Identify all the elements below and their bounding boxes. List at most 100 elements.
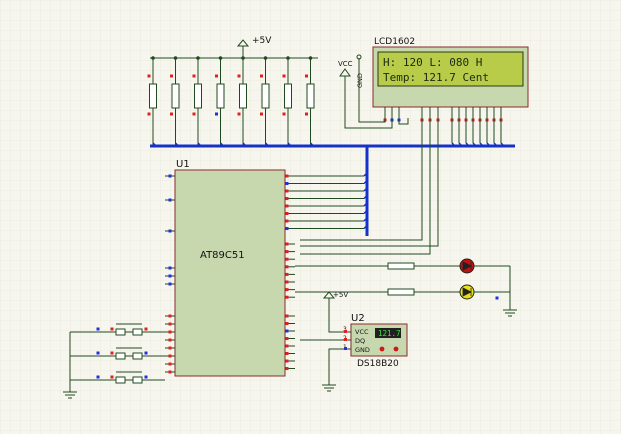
mcu-ref: U1 <box>176 159 190 170</box>
key-marker <box>96 351 100 355</box>
led-pin-marker <box>495 296 499 300</box>
key-marker <box>144 327 148 331</box>
junction-dot <box>151 56 155 60</box>
mcu-part: AT89C51 <box>200 250 245 261</box>
mcu-pin-marker <box>285 227 289 230</box>
resistor-body-r5[interactable] <box>239 83 247 109</box>
mcu-pin-marker <box>285 189 289 193</box>
mcu-pin-marker <box>285 314 289 318</box>
key-marker <box>110 351 114 355</box>
mcu-pin-marker <box>285 257 289 261</box>
mcu-pin-marker <box>168 330 172 334</box>
junction-dot <box>286 56 290 60</box>
mcu-pin-marker <box>285 359 289 363</box>
mcu-pin-marker <box>168 370 172 374</box>
resistor-pin-marker <box>282 112 286 116</box>
mcu-pin-marker <box>168 229 172 233</box>
junction-dot <box>308 56 313 60</box>
mcu-pin-marker <box>285 174 289 178</box>
key-contact-right <box>132 376 143 384</box>
key-marker <box>144 351 148 355</box>
resistor-pin-marker <box>192 74 196 78</box>
sensor-part: DS18B20 <box>357 359 399 369</box>
mcu-pin-marker <box>285 204 289 208</box>
sensor-button-down[interactable] <box>379 346 385 352</box>
key-contact-left <box>115 376 126 384</box>
sensor-pin-marker-2 <box>344 338 347 341</box>
sensor-pin-vcc: VCC <box>355 328 369 336</box>
mcu-pin-marker <box>168 314 172 318</box>
mcu-pin-marker <box>168 354 172 358</box>
resistor-pin-marker <box>147 112 151 116</box>
gnd-label: GND <box>356 73 364 88</box>
mcu-pin-marker <box>285 288 289 292</box>
mcu-pin-marker <box>168 266 172 270</box>
sensor-pin-marker-3 <box>344 347 347 350</box>
resistor-body-r2[interactable] <box>171 83 180 109</box>
resistor-pin-marker <box>170 112 173 116</box>
sensor-button-up[interactable] <box>393 346 399 352</box>
mcu-pin-marker <box>285 212 289 215</box>
mcu-pin-marker <box>168 362 172 366</box>
sensor-ref: U2 <box>351 313 365 324</box>
resistor-pin-marker <box>237 74 241 78</box>
mcu-pin-marker <box>285 242 289 246</box>
led-resistor-r10[interactable] <box>387 288 415 296</box>
junction-dot <box>241 56 245 60</box>
mcu-pin-marker <box>285 280 289 284</box>
mcu-pin-marker <box>285 337 289 340</box>
mcu-pin-marker <box>285 219 289 223</box>
mcu-pin-marker <box>285 367 289 370</box>
resistor-pin-marker <box>305 112 308 116</box>
mcu-pin-marker <box>285 329 289 333</box>
resistor-pin-marker <box>260 74 263 78</box>
mcu-pin-marker <box>285 250 289 254</box>
sensor-reading: 121.7 <box>378 329 401 338</box>
resistor-pin-marker <box>215 74 218 78</box>
sensor-pin-gnd: GND <box>355 346 370 354</box>
mcu-pin-marker <box>285 272 289 276</box>
power-5v-label: +5V <box>252 36 272 46</box>
resistor-pin-marker <box>305 74 308 78</box>
resistor-pin-marker <box>282 74 286 78</box>
mcu-pin-marker <box>285 322 289 325</box>
resistor-body-r6[interactable] <box>261 83 270 109</box>
mcu-pin-marker <box>168 274 172 278</box>
resistor-pin-marker <box>237 112 241 116</box>
junction-dot <box>196 56 200 60</box>
resistor-body-r4[interactable] <box>216 83 225 109</box>
resistor-body-r3[interactable] <box>194 83 202 109</box>
mcu-pin-marker <box>285 344 289 348</box>
key-contact-right <box>132 352 143 360</box>
mcu-pin-marker <box>168 346 172 350</box>
sensor-pin-marker-1 <box>344 330 347 333</box>
lcd-ref: LCD1602 <box>374 37 415 47</box>
mcu-body <box>174 169 286 377</box>
mcu-pin-marker <box>168 338 172 342</box>
mcu-pin-marker <box>285 352 289 355</box>
key-marker <box>110 375 114 379</box>
resistor-body-r1[interactable] <box>149 83 157 109</box>
led-resistor-r9[interactable] <box>387 262 415 270</box>
mcu-pin-marker <box>285 295 289 299</box>
resistor-pin-marker <box>170 74 173 78</box>
resistor-body-r8[interactable] <box>306 83 315 109</box>
resistor-pin-marker <box>147 74 151 78</box>
mcu-pin-marker <box>285 265 289 269</box>
lcd-line-1: H: 120 L: 080 H <box>383 56 482 69</box>
key-marker <box>96 327 100 331</box>
mcu-pin-marker <box>285 182 289 185</box>
sensor-pin-dq: DQ <box>355 337 365 345</box>
key-contact-right <box>132 328 143 336</box>
vcc-label: VCC <box>338 60 353 68</box>
mcu-pin-marker <box>168 174 172 178</box>
resistor-pin-marker <box>192 112 196 116</box>
lcd-line-2: Temp: 121.7 Cent <box>383 71 489 84</box>
key-marker <box>144 375 148 379</box>
schematic-canvas[interactable]: +5V VCC GND LCD1602 H: 120 L: 080 H Temp… <box>0 0 621 434</box>
key-contact-left <box>115 352 126 360</box>
junction-dot <box>263 56 268 60</box>
resistor-body-r7[interactable] <box>284 83 292 109</box>
junction-dot <box>218 56 223 60</box>
junction-dot <box>173 56 178 60</box>
